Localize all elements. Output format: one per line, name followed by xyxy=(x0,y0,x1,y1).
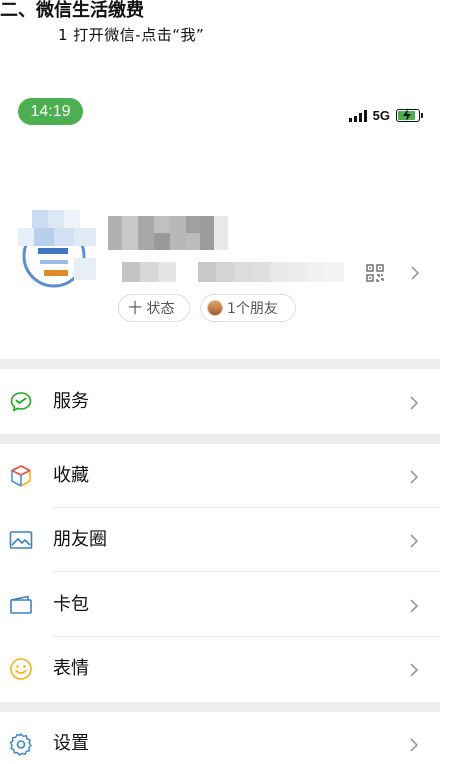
section-separator xyxy=(0,702,440,712)
menu-item-label: 朋友圈 xyxy=(53,529,107,550)
signal-icon xyxy=(348,110,367,122)
profile-nickname[interactable] xyxy=(108,216,228,250)
menu-item-label: 服务 xyxy=(53,391,89,412)
cube-icon xyxy=(9,464,33,488)
status-time: 14:19 xyxy=(18,98,83,125)
phone-screen: 14:19 5G 十 状态 1个朋友 服务 收藏 朋友圈 卡包 表情 设置 xyxy=(0,88,440,764)
battery-icon xyxy=(396,109,423,122)
section-separator xyxy=(0,434,440,444)
profile-chevron-right-icon[interactable] xyxy=(410,266,420,280)
menu-item-label: 表情 xyxy=(53,658,89,679)
menu-item-cards[interactable]: 卡包 xyxy=(0,573,440,637)
friends-chip[interactable]: 1个朋友 xyxy=(200,294,296,322)
document-step-text: 1 打开微信-点击“我” xyxy=(58,26,205,44)
avatar[interactable] xyxy=(18,210,96,290)
status-indicators: 5G xyxy=(348,108,423,123)
chevron-right-icon xyxy=(409,533,419,552)
document-heading: 二、微信生活缴费 xyxy=(0,0,144,21)
menu-item-label: 收藏 xyxy=(53,465,89,486)
smiley-icon xyxy=(9,657,33,681)
image-icon xyxy=(9,528,33,552)
chevron-right-icon xyxy=(409,598,419,617)
chevron-right-icon xyxy=(409,469,419,488)
menu-item-moments[interactable]: 朋友圈 xyxy=(0,508,440,572)
chevron-right-icon xyxy=(409,737,419,756)
menu-item-favorites[interactable]: 收藏 xyxy=(0,444,440,508)
gear-icon xyxy=(9,732,33,756)
qr-code-icon[interactable] xyxy=(366,264,384,282)
friends-chip-label: 1个朋友 xyxy=(227,301,278,317)
status-chip[interactable]: 十 状态 xyxy=(118,294,190,322)
status-chip-label: 十 状态 xyxy=(128,301,175,317)
wechat-pay-icon xyxy=(9,390,33,414)
menu-item-stickers[interactable]: 表情 xyxy=(0,637,440,701)
divider xyxy=(53,571,440,572)
wallet-icon xyxy=(9,593,33,617)
network-type: 5G xyxy=(372,108,390,123)
chevron-right-icon xyxy=(409,662,419,681)
menu-item-services[interactable]: 服务 xyxy=(0,370,440,434)
chevron-right-icon xyxy=(409,395,419,414)
section-separator xyxy=(0,359,440,369)
menu-item-label: 设置 xyxy=(53,733,89,754)
menu-item-label: 卡包 xyxy=(53,594,89,615)
profile-wechat-id[interactable] xyxy=(108,262,348,282)
menu-item-settings[interactable]: 设置 xyxy=(0,712,440,764)
friend-avatar-icon xyxy=(207,300,223,316)
